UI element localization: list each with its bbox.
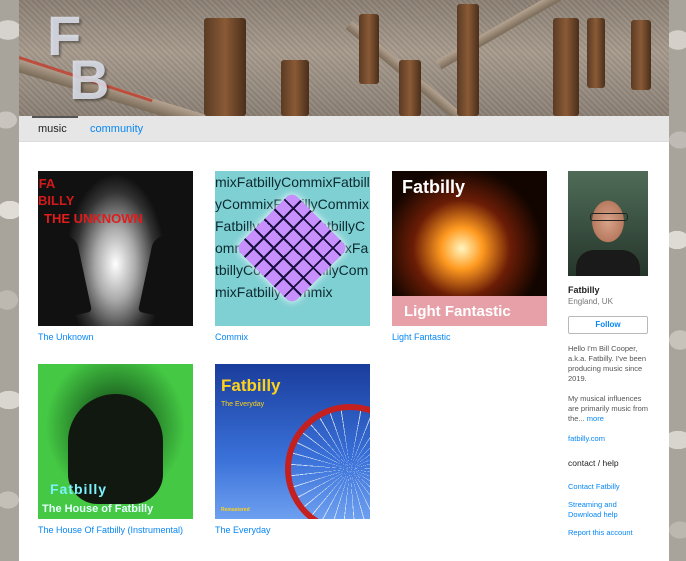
tab-bar: music community bbox=[19, 116, 669, 142]
cover-top-text: Fatbilly bbox=[402, 177, 466, 197]
logo-letter-b: B bbox=[69, 48, 110, 111]
groyne-post bbox=[281, 60, 309, 116]
ferris-wheel bbox=[285, 404, 370, 519]
header-banner[interactable]: F B bbox=[19, 0, 669, 116]
bio-paragraph: Hello I'm Bill Cooper, a.k.a. Fatbilly. … bbox=[568, 344, 646, 383]
groyne-post bbox=[587, 18, 605, 88]
cover-vertical-text: FA BILLY bbox=[38, 176, 75, 208]
album-cover[interactable]: Fatbilly The House of Fatbilly bbox=[38, 364, 193, 519]
artist-bio: Hello I'm Bill Cooper, a.k.a. Fatbilly. … bbox=[568, 344, 648, 424]
album-item[interactable]: FA BILLY THE UNKNOWN The Unknown bbox=[38, 171, 193, 342]
groyne-post bbox=[399, 60, 421, 116]
website-link[interactable]: fatbilly.com bbox=[568, 434, 648, 444]
groyne-post bbox=[359, 14, 379, 84]
album-item[interactable]: Fatbilly The House of Fatbilly The House… bbox=[38, 364, 193, 535]
report-account-link[interactable]: Report this account bbox=[568, 528, 648, 538]
album-title[interactable]: Light Fantastic bbox=[392, 332, 547, 342]
tab-music[interactable]: music bbox=[32, 116, 78, 135]
fb-logo: F B bbox=[47, 8, 117, 111]
album-title[interactable]: Commix bbox=[215, 332, 370, 342]
groyne-post bbox=[553, 18, 579, 116]
cover-main-text: THE UNKNOWN bbox=[44, 211, 143, 226]
album-cover[interactable]: FA BILLY THE UNKNOWN bbox=[38, 171, 193, 326]
avatar-glasses bbox=[590, 213, 628, 221]
cover-bottom-text: The House of Fatbilly bbox=[42, 503, 154, 515]
cover-subtitle-text: The Everyday bbox=[221, 401, 265, 408]
album-item[interactable]: Fatbilly The Everyday Remastered The Eve… bbox=[215, 364, 370, 535]
contact-artist-link[interactable]: Contact Fatbilly bbox=[568, 482, 648, 492]
groyne-post bbox=[631, 20, 651, 90]
album-title[interactable]: The Everyday bbox=[215, 525, 370, 535]
page: F B music community FA BILLY THE UNKNOWN… bbox=[19, 0, 669, 561]
cover-bottom-text: Light Fantastic bbox=[404, 303, 511, 320]
album-cover[interactable]: mixFatbillyCommixFatbillyCommixFatbillyC… bbox=[215, 171, 370, 326]
album-title[interactable]: The Unknown bbox=[38, 332, 193, 342]
streaming-help-link[interactable]: Streaming and Download help bbox=[568, 500, 648, 520]
album-item[interactable]: Fatbilly Light Fantastic Light Fantastic bbox=[392, 171, 547, 342]
groyne-post bbox=[204, 18, 246, 116]
album-item[interactable]: mixFatbillyCommixFatbillyCommixFatbillyC… bbox=[215, 171, 370, 342]
bio-more-link[interactable]: more bbox=[587, 414, 604, 423]
bio-text: My musical influences are primarily musi… bbox=[568, 394, 649, 423]
avatar-shirt bbox=[576, 250, 640, 276]
artist-location: England, UK bbox=[568, 297, 613, 306]
contact-heading: contact / help bbox=[568, 458, 619, 468]
groyne-post bbox=[457, 4, 479, 116]
bio-paragraph-truncated: My musical influences are primarily musi… bbox=[568, 394, 648, 424]
tab-community[interactable]: community bbox=[90, 123, 143, 135]
cover-top-text: Fatbilly bbox=[50, 481, 108, 497]
cover-top-text: Fatbilly bbox=[221, 376, 281, 395]
album-title[interactable]: The House Of Fatbilly (Instrumental) bbox=[38, 525, 193, 535]
artist-sidebar: Fatbilly England, UK Follow Hello I'm Bi… bbox=[568, 171, 648, 538]
album-cover[interactable]: Fatbilly Light Fantastic bbox=[392, 171, 547, 326]
artist-name: Fatbilly bbox=[568, 285, 600, 295]
album-cover[interactable]: Fatbilly The Everyday Remastered bbox=[215, 364, 370, 519]
artist-avatar[interactable] bbox=[568, 171, 648, 276]
follow-button[interactable]: Follow bbox=[568, 316, 648, 334]
hand-silhouette bbox=[138, 233, 188, 319]
cover-tag-text: Remastered bbox=[221, 507, 250, 513]
